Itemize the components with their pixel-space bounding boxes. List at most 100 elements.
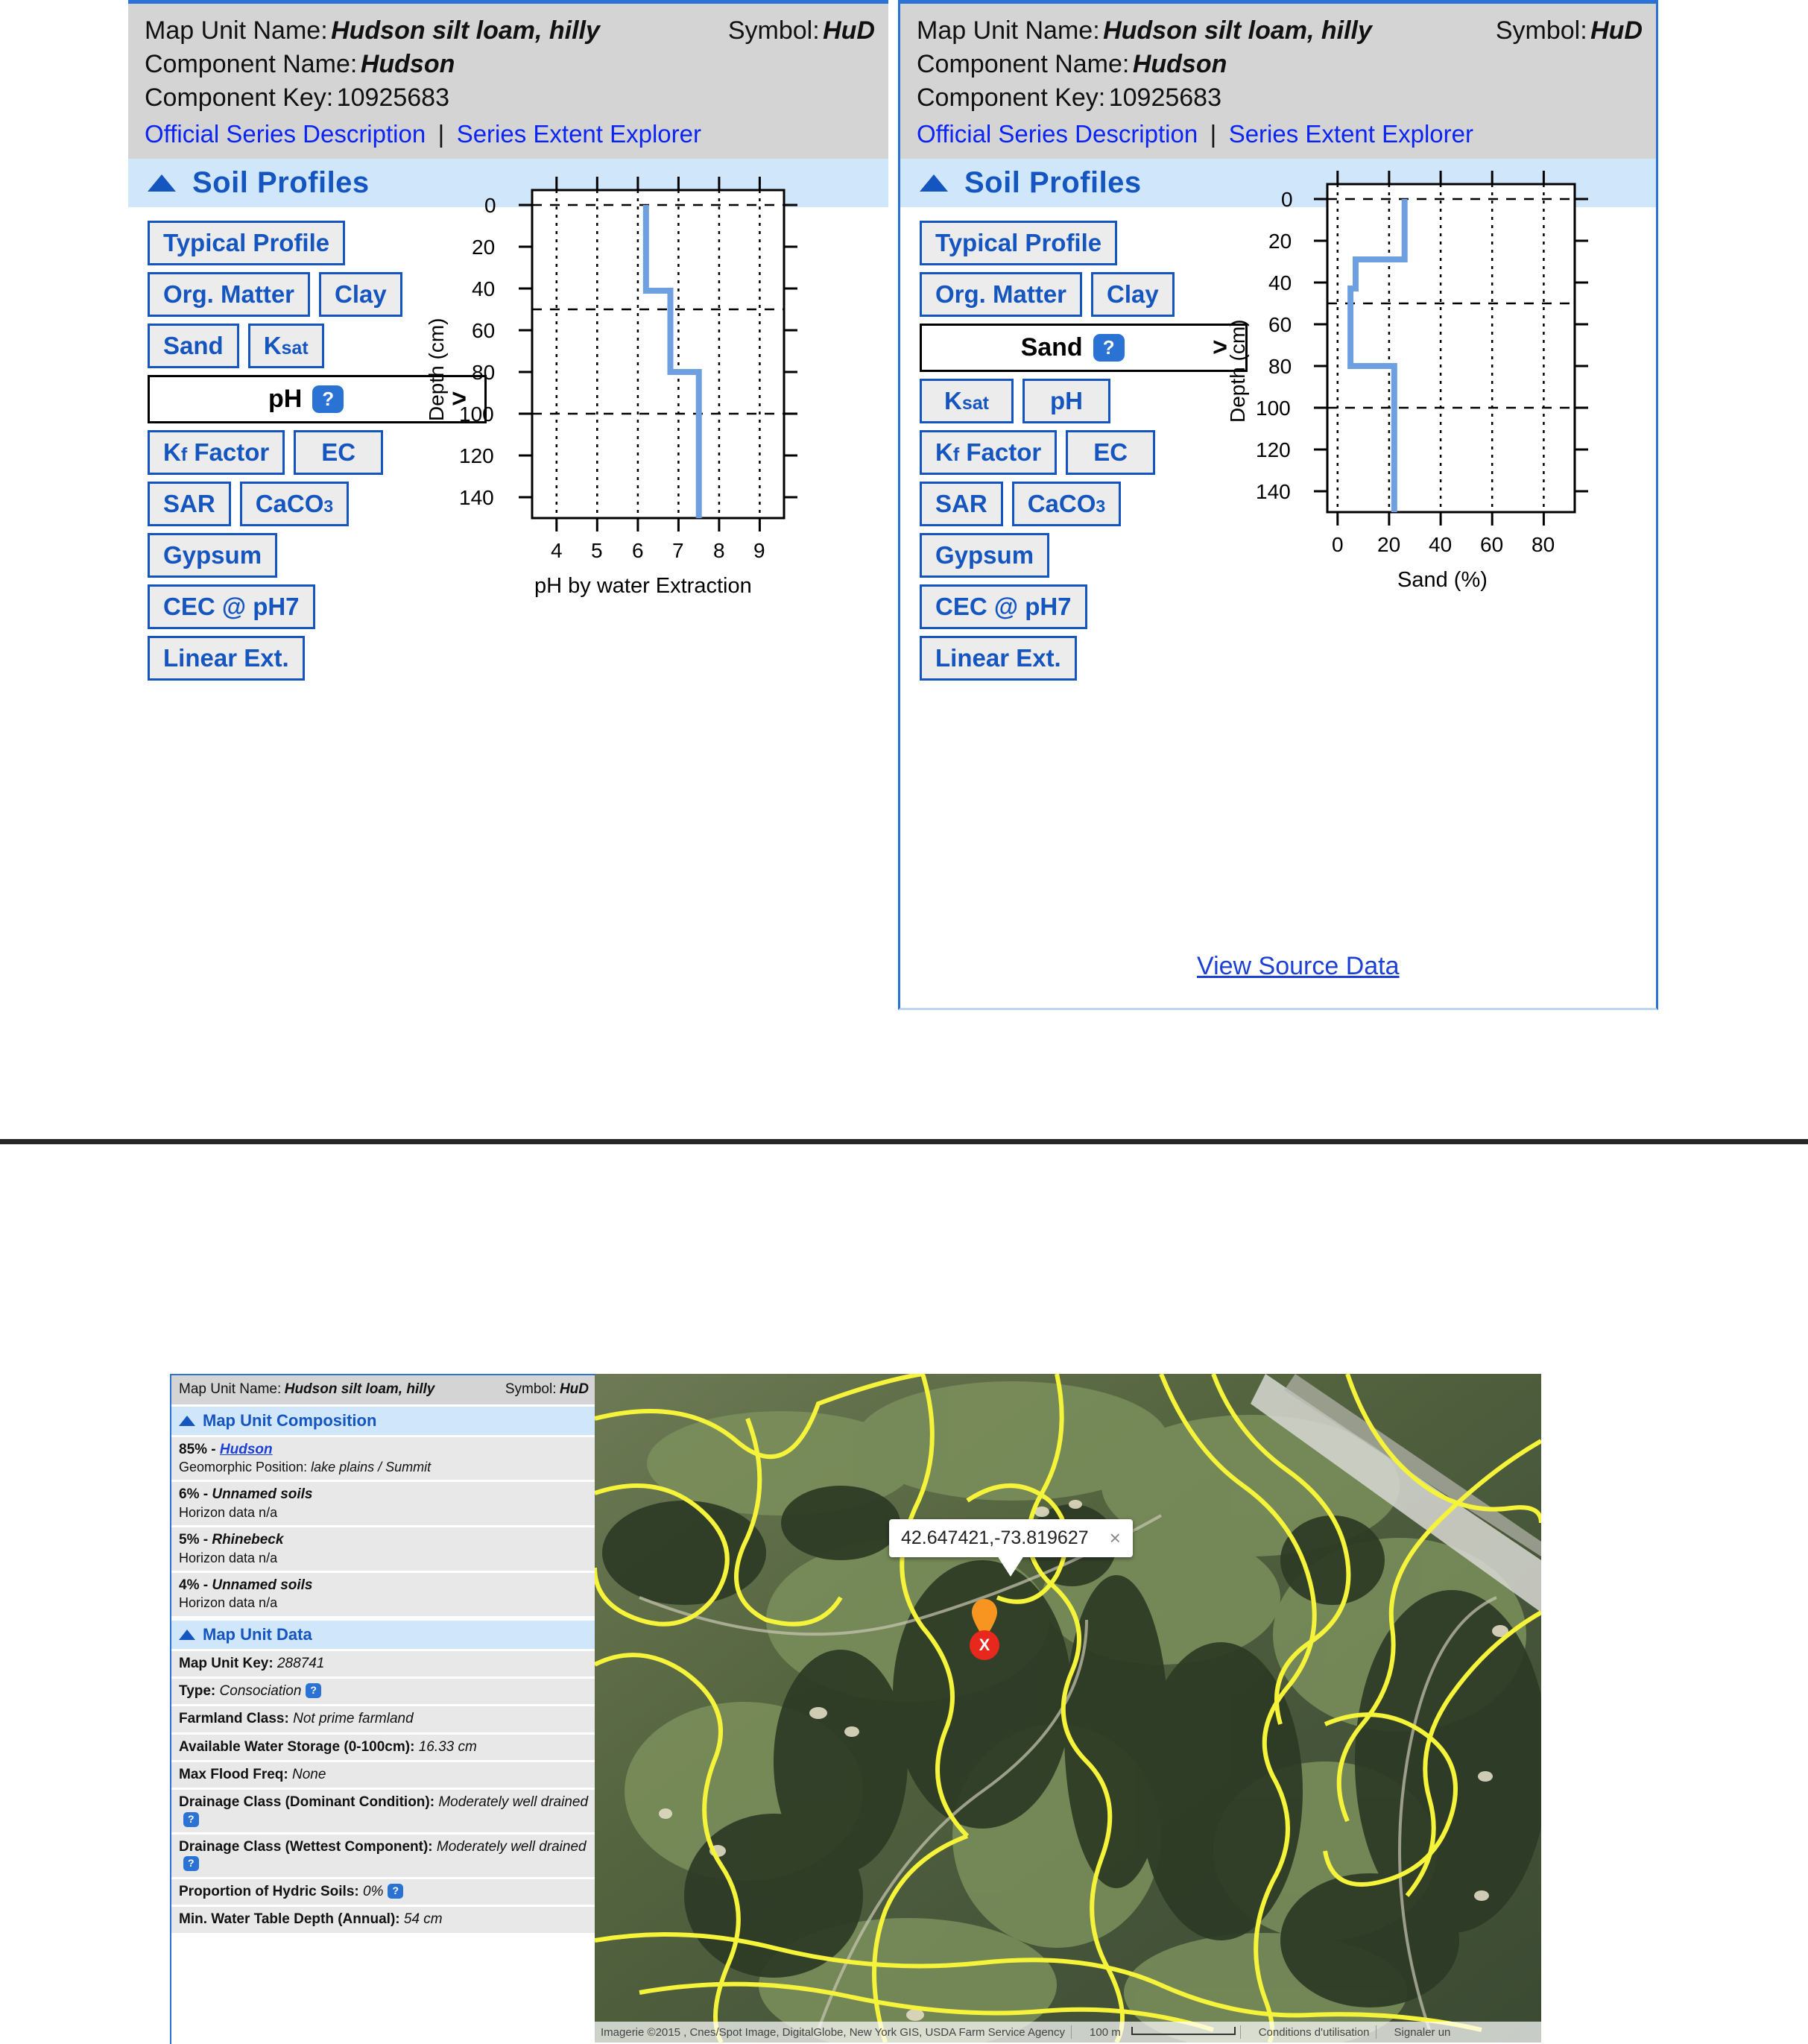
sar-button[interactable]: SAR	[148, 482, 231, 527]
official-series-description-link[interactable]: Official Series Description	[917, 120, 1198, 148]
sand-selected-button[interactable]: Sand ? >	[920, 324, 1248, 373]
composition-sub-value: lake plains / Summit	[311, 1460, 432, 1474]
soil-survey-map[interactable]: HuDHuDUnDuCUgElAHuBUnBHElAHuBUnBHuDUnBHu…	[595, 1374, 1541, 2043]
map-unit-composition-header[interactable]: Map Unit Composition	[171, 1406, 596, 1435]
gypsum-button[interactable]: Gypsum	[920, 533, 1050, 578]
component-name-value: Hudson	[360, 49, 455, 78]
ec-button[interactable]: EC	[294, 430, 384, 476]
row-key: Drainage Class (Dominant Condition):	[179, 1794, 439, 1811]
list-item[interactable]: 85% - Hudson Geomorphic Position: lake p…	[171, 1436, 596, 1483]
sand-ytick-60: 60	[1268, 313, 1292, 336]
cec-ph7-button[interactable]: CEC @ pH7	[920, 584, 1087, 630]
close-icon[interactable]: ×	[1110, 1527, 1121, 1550]
ksat-button[interactable]: Ksat	[920, 379, 1014, 424]
typical-profile-button[interactable]: Typical Profile	[148, 221, 346, 266]
sand-selected-label: Sand	[1020, 333, 1083, 362]
report-problem-link[interactable]: Signaler un	[1388, 2026, 1457, 2039]
map-location-x-icon[interactable]: X	[970, 1630, 999, 1660]
symbol-value: HuD	[559, 1381, 589, 1397]
component-key-label: Component Key:	[917, 83, 1106, 112]
component-key-value: 10925683	[1108, 83, 1221, 112]
coordinate-popup[interactable]: 42.647421,-73.819627 ×	[889, 1519, 1133, 1577]
typical-profile-button[interactable]: Typical Profile	[920, 221, 1118, 266]
sand-xtick-0: 0	[1332, 533, 1344, 556]
kf-factor-button[interactable]: Kf Factor	[148, 430, 285, 476]
composition-list: 85% - Hudson Geomorphic Position: lake p…	[171, 1436, 596, 1618]
link-separator: |	[437, 119, 445, 148]
list-item[interactable]: 6% - Unnamed soils Horizon data n/a	[171, 1482, 596, 1528]
cec-ph7-button[interactable]: CEC @ pH7	[148, 584, 315, 630]
linear-ext-button[interactable]: Linear Ext.	[920, 636, 1077, 681]
terms-of-use-link[interactable]: Conditions d'utilisation	[1253, 2026, 1376, 2039]
row-key: Drainage Class (Wettest Component):	[179, 1839, 437, 1855]
ph-ytick-100: 100	[459, 403, 494, 426]
help-icon[interactable]: ?	[388, 1883, 404, 1899]
gypsum-button[interactable]: Gypsum	[148, 533, 278, 578]
official-series-description-link[interactable]: Official Series Description	[145, 120, 426, 148]
ksat-button[interactable]: Ksat	[247, 324, 324, 369]
symbol-label: Symbol:	[1495, 16, 1587, 45]
series-extent-explorer-link[interactable]: Series Extent Explorer	[1229, 120, 1473, 148]
collapse-triangle-icon[interactable]	[179, 1629, 195, 1640]
divider	[1071, 2025, 1084, 2039]
help-icon[interactable]: ?	[312, 385, 344, 414]
series-extent-explorer-link[interactable]: Series Extent Explorer	[457, 120, 701, 148]
ph-chart-plot	[519, 177, 797, 531]
ph-ytick-40: 40	[472, 277, 496, 300]
help-icon[interactable]: ?	[306, 1683, 321, 1699]
left-soil-profile-panel: Map Unit Name: Hudson silt loam, hilly S…	[128, 0, 888, 1006]
sand-xtick-40: 40	[1429, 533, 1453, 556]
composition-name: Unnamed soils	[212, 1486, 313, 1503]
map-unit-name-label: Map Unit Name:	[145, 16, 328, 45]
detail-panel-header: Map Unit Name: Hudson silt loam, hilly S…	[171, 1375, 596, 1404]
row-value: 16.33 cm	[418, 1738, 477, 1755]
ph-xtick-6: 6	[632, 539, 644, 562]
ph-chart-xlabel: pH by water Extraction	[534, 574, 752, 598]
ph-ytick-60: 60	[472, 319, 496, 342]
row-key: Map Unit Key:	[179, 1655, 277, 1671]
org-matter-button[interactable]: Org. Matter	[920, 272, 1083, 318]
clay-button[interactable]: Clay	[1091, 272, 1175, 318]
row-key: Proportion of Hydric Soils:	[179, 1883, 364, 1899]
map-unit-data-header[interactable]: Map Unit Data	[171, 1620, 596, 1649]
ph-xtick-9: 9	[753, 539, 765, 562]
collapse-triangle-icon[interactable]	[920, 174, 948, 192]
collapse-triangle-icon[interactable]	[148, 174, 176, 192]
map-unit-data-title: Map Unit Data	[203, 1624, 312, 1644]
sand-button[interactable]: Sand	[148, 324, 239, 369]
collapse-triangle-icon[interactable]	[179, 1415, 195, 1426]
component-key-value: 10925683	[336, 83, 449, 112]
caco3-button[interactable]: CaCO3	[1011, 482, 1122, 527]
view-source-data-link[interactable]: View Source Data	[1197, 952, 1400, 981]
kf-factor-button[interactable]: Kf Factor	[920, 430, 1058, 476]
right-soil-profile-panel: Map Unit Name: Hudson silt loam, hilly S…	[898, 0, 1658, 1010]
caco3-button[interactable]: CaCO3	[239, 482, 350, 527]
linear-ext-button[interactable]: Linear Ext.	[148, 636, 305, 681]
help-icon[interactable]: ?	[183, 1811, 199, 1827]
table-row: Type: Consociation?	[171, 1679, 596, 1707]
symbol-value: HuD	[1590, 16, 1643, 45]
ph-button[interactable]: pH	[1022, 379, 1110, 424]
component-name-label: Component Name:	[917, 49, 1130, 78]
table-row: Drainage Class (Dominant Condition): Mod…	[171, 1790, 596, 1835]
row-key: Farmland Class:	[179, 1711, 294, 1727]
list-item[interactable]: 4% - Unnamed soils Horizon data n/a	[171, 1573, 596, 1618]
help-icon[interactable]: ?	[183, 1856, 199, 1872]
ec-button[interactable]: EC	[1066, 430, 1156, 476]
sand-xtick-20: 20	[1377, 533, 1401, 556]
ph-ytick-0: 0	[484, 194, 496, 217]
sar-button[interactable]: SAR	[920, 482, 1003, 527]
component-link[interactable]: Hudson	[220, 1442, 273, 1457]
table-row: Available Water Storage (0-100cm): 16.33…	[171, 1734, 596, 1763]
soil-profiles-title: Soil Profiles	[964, 166, 1142, 200]
list-item[interactable]: 5% - Rhinebeck Horizon data n/a	[171, 1527, 596, 1574]
clay-button[interactable]: Clay	[319, 272, 402, 318]
help-icon[interactable]: ?	[1093, 334, 1125, 362]
row-key: Min. Water Table Depth (Annual):	[179, 1911, 404, 1928]
org-matter-button[interactable]: Org. Matter	[148, 272, 311, 318]
sand-chart-plot	[1314, 171, 1588, 526]
page-divider	[0, 1139, 1808, 1144]
row-value: Not prime farmland	[293, 1711, 414, 1727]
composition-name: Rhinebeck	[212, 1532, 284, 1548]
composition-percent: 4% -	[179, 1577, 212, 1594]
